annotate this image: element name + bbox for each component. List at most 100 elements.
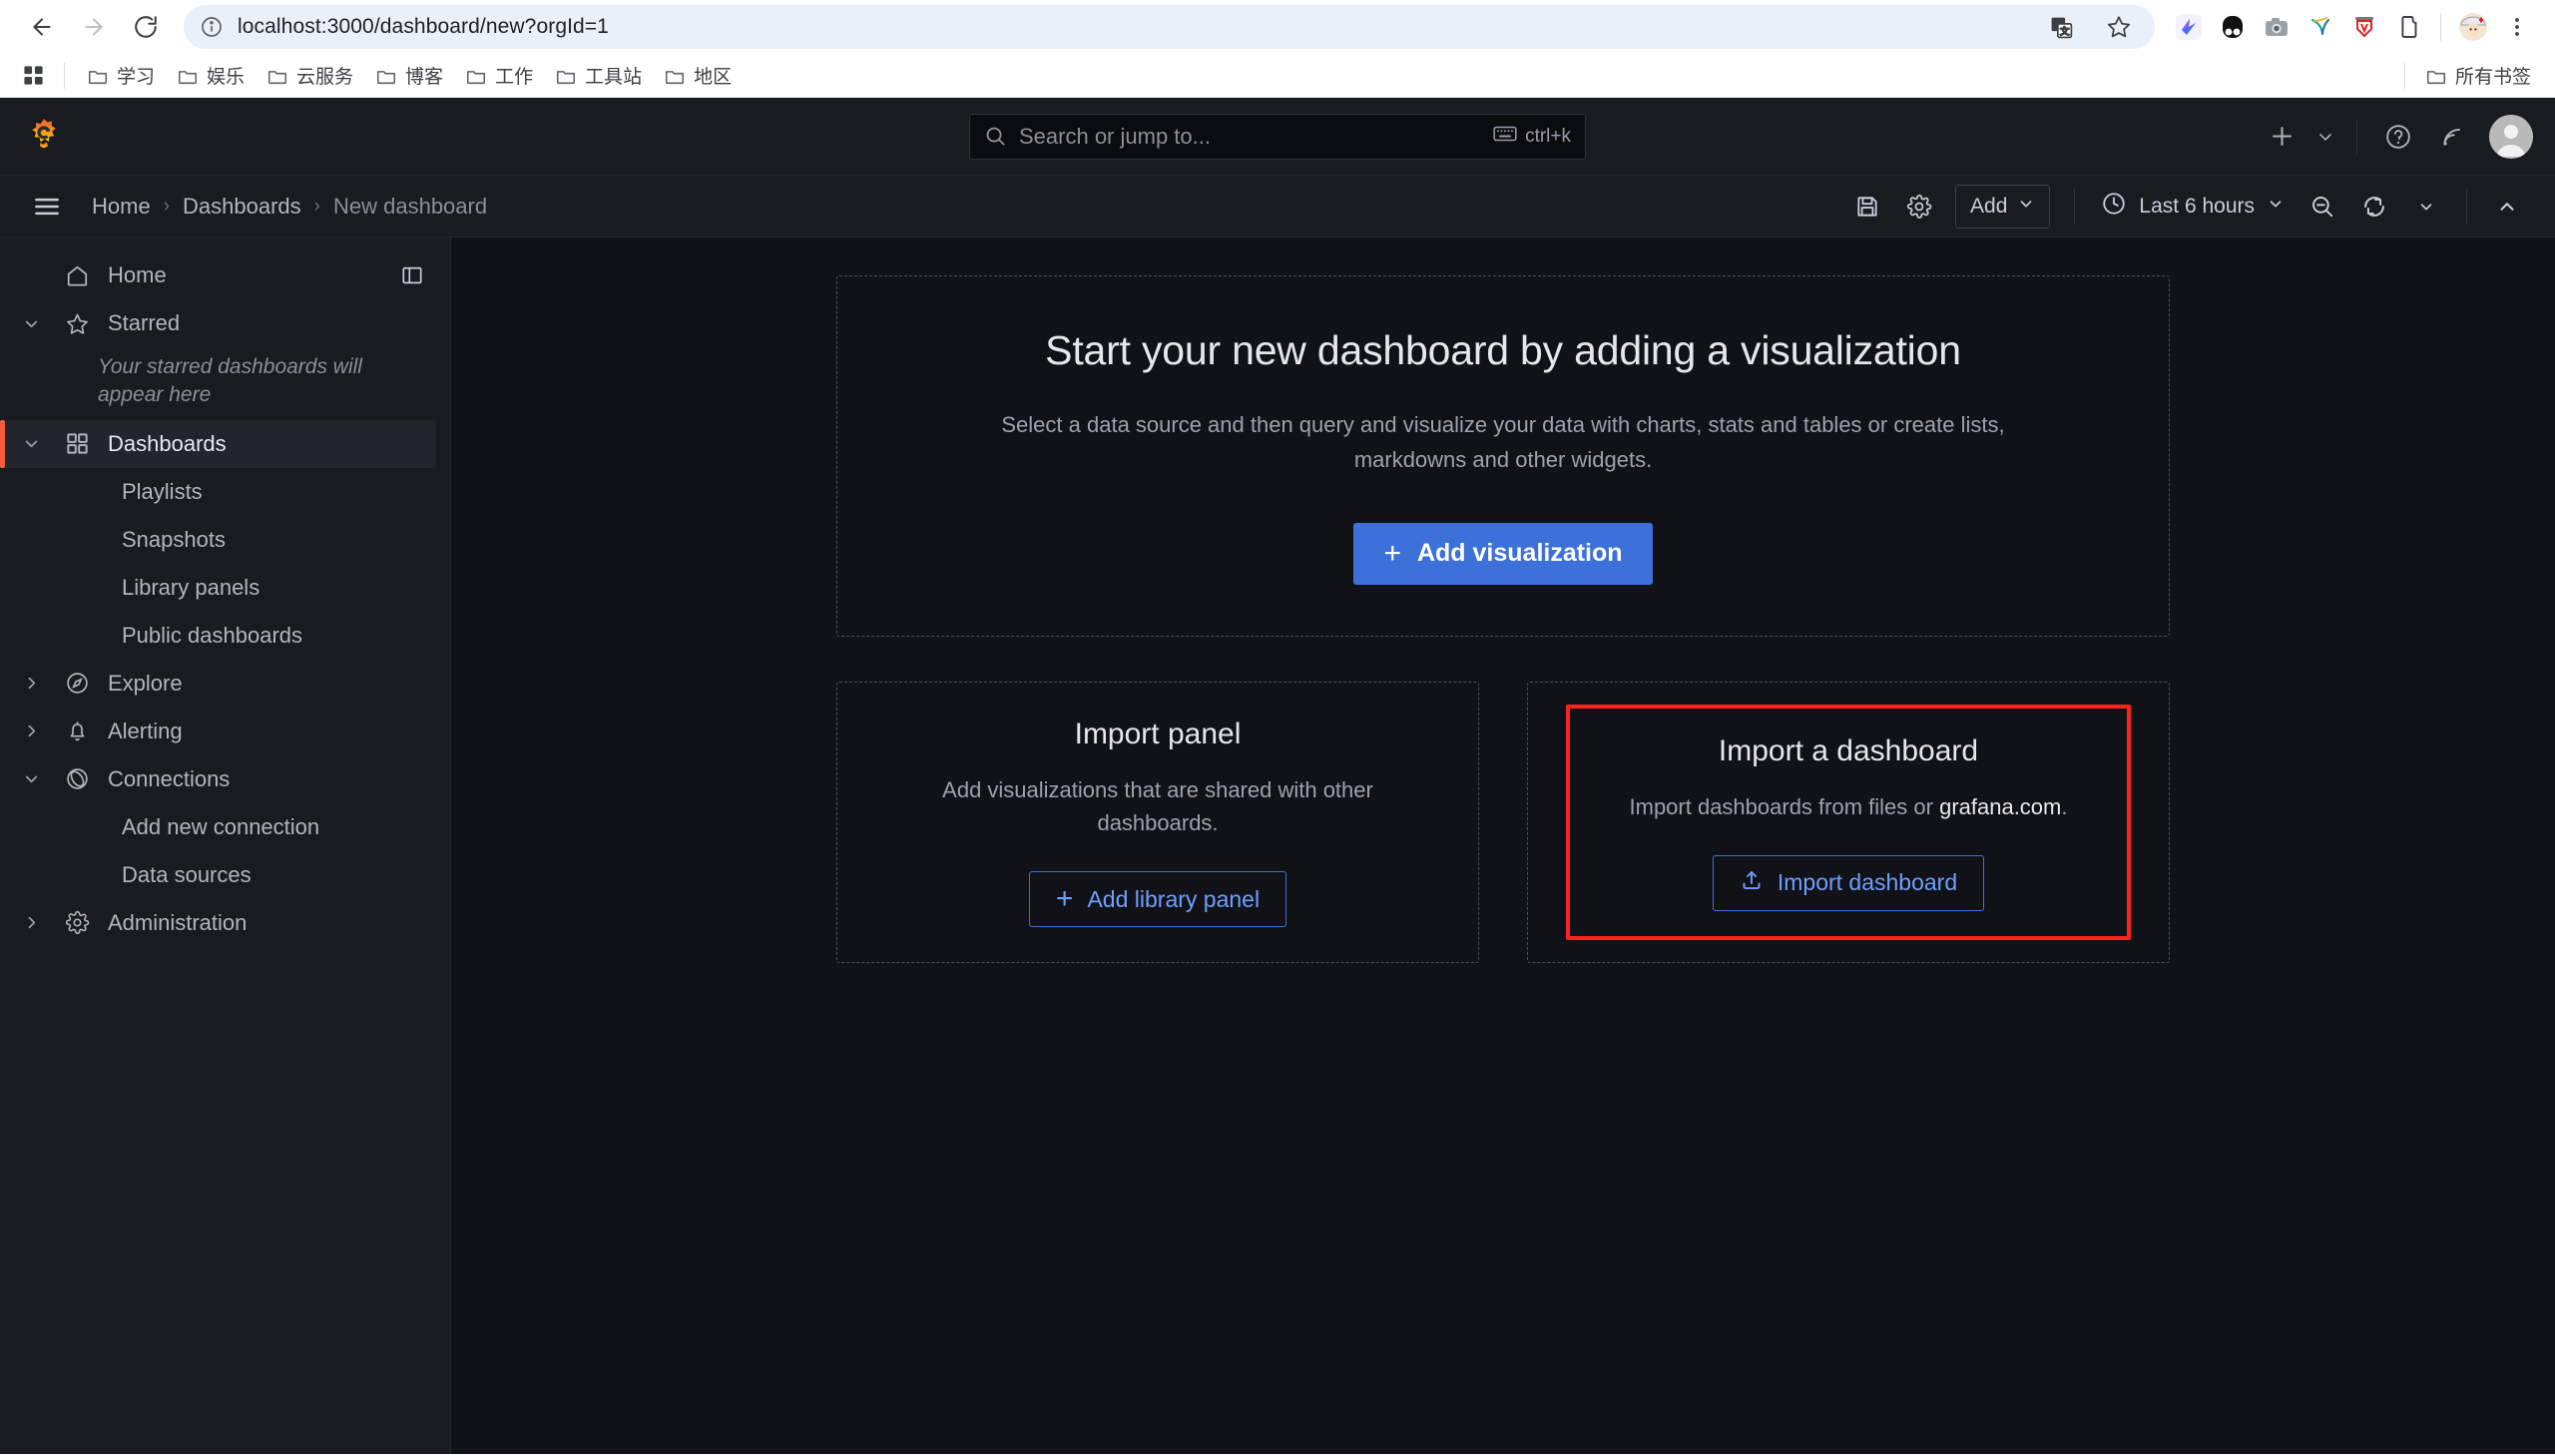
chevron-down-icon[interactable] bbox=[2308, 110, 2342, 164]
sidebar-item-dashboards[interactable]: Dashboards bbox=[0, 419, 436, 468]
extension-blue-bird-icon[interactable] bbox=[2169, 7, 2209, 47]
breadcrumb-item-home[interactable]: Home bbox=[90, 194, 153, 220]
sidebar-item-snapshots[interactable]: Snapshots bbox=[0, 516, 450, 564]
sidebar-item-data-sources[interactable]: Data sources bbox=[0, 851, 450, 899]
rss-news-icon[interactable] bbox=[2425, 110, 2479, 164]
import-description-prefix: Import dashboards from files or bbox=[1629, 793, 1940, 819]
sidebar-item-label: Explore bbox=[108, 670, 183, 696]
bookmark-item[interactable]: 娱乐 bbox=[167, 57, 255, 94]
sidebar-item-add-new-connection[interactable]: Add new connection bbox=[0, 803, 450, 851]
import-dashboard-title: Import a dashboard bbox=[1718, 733, 1979, 767]
bookmark-item[interactable]: 学习 bbox=[77, 57, 165, 94]
forward-arrow-icon[interactable] bbox=[70, 3, 118, 51]
connections-icon bbox=[54, 766, 100, 791]
chevron-right-icon[interactable] bbox=[8, 900, 54, 946]
extension-camera-icon[interactable] bbox=[2257, 7, 2297, 47]
back-arrow-icon[interactable] bbox=[18, 3, 66, 51]
browser-menu-icon[interactable] bbox=[2497, 7, 2537, 47]
extension-puzzle-icon[interactable] bbox=[2388, 7, 2428, 47]
sidebar-item-label: Dashboards bbox=[108, 430, 227, 456]
bookmarks-divider bbox=[64, 62, 65, 89]
grafana-com-link[interactable]: grafana.com bbox=[1939, 794, 2061, 819]
bookmark-item[interactable]: 工作 bbox=[455, 57, 543, 94]
profile-avatar-icon[interactable] bbox=[2453, 7, 2493, 47]
sidebar-item-starred[interactable]: Starred bbox=[0, 299, 450, 347]
gear-icon bbox=[54, 910, 100, 935]
collapse-chevron-up-icon[interactable] bbox=[2481, 184, 2533, 230]
add-panel-button[interactable]: Add bbox=[1955, 184, 2051, 229]
bookmark-item[interactable]: 工具站 bbox=[545, 57, 652, 94]
extension-y-icon[interactable] bbox=[2300, 7, 2340, 47]
chevron-right-icon[interactable] bbox=[8, 661, 54, 707]
sidebar-item-home[interactable]: Home bbox=[0, 251, 450, 299]
sidebar-sub-label: Data sources bbox=[122, 861, 252, 887]
folder-icon bbox=[266, 65, 288, 87]
folder-icon bbox=[555, 65, 577, 87]
chevron-down-icon bbox=[2017, 195, 2035, 219]
search-placeholder: Search or jump to... bbox=[1019, 123, 1211, 149]
global-search-input[interactable]: Search or jump to... ctrl+k bbox=[969, 113, 1586, 160]
apps-grid-icon[interactable] bbox=[14, 59, 52, 93]
refresh-interval-chevron-icon[interactable] bbox=[2400, 184, 2452, 230]
reload-icon[interactable] bbox=[122, 3, 170, 51]
time-range-picker[interactable]: Last 6 hours bbox=[2089, 185, 2297, 229]
bookmark-label: 博客 bbox=[405, 67, 444, 88]
grafana-logo-icon[interactable] bbox=[22, 115, 66, 159]
bookmark-star-icon[interactable] bbox=[2099, 7, 2139, 47]
gear-icon[interactable] bbox=[1893, 184, 1945, 230]
topbar-actions bbox=[2255, 110, 2533, 164]
grafana-app: Search or jump to... ctrl+k Home › Dashb… bbox=[0, 98, 2555, 1454]
breadcrumb-separator: › bbox=[313, 195, 320, 217]
sidebar-item-label: Administration bbox=[108, 909, 248, 935]
search-icon bbox=[984, 125, 1007, 148]
sidebar-item-explore[interactable]: Explore bbox=[0, 660, 450, 708]
bookmark-label: 云服务 bbox=[296, 67, 354, 88]
breadcrumb-item-current: New dashboard bbox=[332, 193, 488, 219]
zoom-out-icon[interactable] bbox=[2297, 184, 2348, 230]
sidebar-item-administration[interactable]: Administration bbox=[0, 899, 450, 947]
chevron-down-icon[interactable] bbox=[8, 421, 54, 467]
dock-sidebar-icon[interactable] bbox=[392, 255, 432, 295]
home-icon bbox=[54, 263, 100, 288]
add-visualization-card: Start your new dashboard by adding a vis… bbox=[836, 275, 2170, 637]
chevron-right-icon[interactable] bbox=[8, 709, 54, 754]
bookmark-item[interactable]: 博客 bbox=[365, 57, 453, 94]
all-bookmarks-button[interactable]: 所有书签 bbox=[2415, 57, 2541, 94]
breadcrumb-item-dashboards[interactable]: Dashboards bbox=[181, 194, 303, 220]
sidebar-item-library-panels[interactable]: Library panels bbox=[0, 564, 450, 612]
sidebar-sub-label: Playlists bbox=[122, 478, 203, 504]
folder-icon bbox=[465, 65, 487, 87]
import-dashboard-label: Import dashboard bbox=[1777, 869, 1958, 895]
dashboard-toolbar: Home › Dashboards › New dashboard Add La… bbox=[0, 176, 2555, 238]
bookmark-item[interactable]: 地区 bbox=[654, 57, 742, 94]
refresh-icon[interactable] bbox=[2348, 184, 2400, 230]
dashboard-canvas: Start your new dashboard by adding a vis… bbox=[451, 238, 2555, 1454]
add-visualization-button[interactable]: + Add visualization bbox=[1353, 522, 1653, 585]
chevron-down-icon[interactable] bbox=[8, 300, 54, 346]
address-bar[interactable]: localhost:3000/dashboard/new?orgId=1 G文 bbox=[184, 5, 2155, 49]
sidebar-item-label: Alerting bbox=[108, 718, 183, 743]
url-text: localhost:3000/dashboard/new?orgId=1 bbox=[238, 15, 609, 38]
bookmark-item[interactable]: 云服务 bbox=[256, 57, 363, 94]
extension-red-shield-icon[interactable] bbox=[2344, 7, 2384, 47]
chevron-down-icon[interactable] bbox=[8, 756, 54, 802]
sidebar-item-playlists[interactable]: Playlists bbox=[0, 468, 450, 516]
help-circle-icon[interactable] bbox=[2371, 110, 2425, 164]
import-dashboard-button[interactable]: Import dashboard bbox=[1712, 854, 1985, 911]
sidebar-item-connections[interactable]: Connections bbox=[0, 755, 450, 803]
sidebar-item-alerting[interactable]: Alerting bbox=[0, 708, 450, 755]
translate-icon[interactable]: G文 bbox=[2041, 7, 2081, 47]
sidebar-item-label: Connections bbox=[108, 765, 231, 791]
plus-icon[interactable] bbox=[2255, 110, 2308, 164]
user-avatar-icon[interactable] bbox=[2489, 114, 2533, 159]
save-disk-icon[interactable] bbox=[1841, 184, 1893, 230]
page-title: Start your new dashboard by adding a vis… bbox=[1045, 327, 1961, 374]
import-dashboard-description: Import dashboards from files or grafana.… bbox=[1630, 790, 2068, 823]
sidebar-item-public-dashboards[interactable]: Public dashboards bbox=[0, 612, 450, 660]
extension-black-oval-icon[interactable] bbox=[2213, 7, 2253, 47]
nav-spacer bbox=[8, 252, 54, 298]
add-library-panel-button[interactable]: + Add library panel bbox=[1028, 871, 1287, 927]
dashboard-toolbar-actions: Add Last 6 hours bbox=[1841, 184, 2533, 230]
hamburger-menu-icon[interactable] bbox=[22, 182, 72, 232]
site-info-icon[interactable] bbox=[200, 15, 224, 39]
